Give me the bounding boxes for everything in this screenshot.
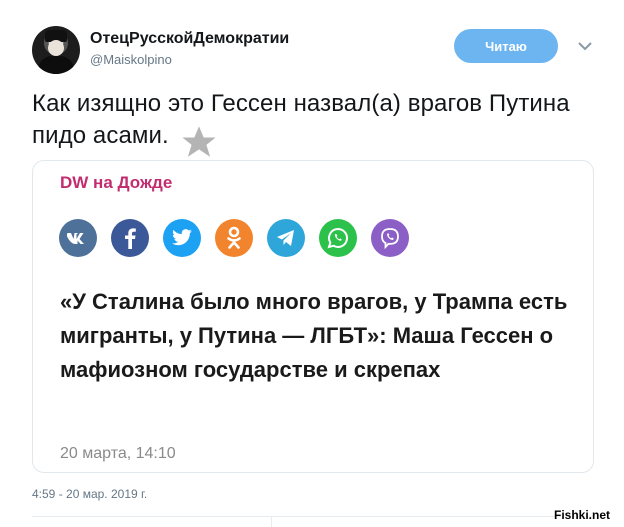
odnoklassniki-icon[interactable]: [215, 219, 253, 257]
tweet-header: ОтецРусскойДемократии @Maiskolpino Читаю: [32, 24, 602, 76]
card-source: DW на Дожде: [60, 173, 173, 192]
author-display-name[interactable]: ОтецРусскойДемократии: [90, 30, 289, 48]
divider-tick: [271, 516, 272, 527]
telegram-icon[interactable]: [267, 219, 305, 257]
vk-icon[interactable]: [59, 219, 97, 257]
tweet-text: Как изящно это Гессен назвал(а) врагов П…: [32, 90, 570, 149]
tweet-timestamp[interactable]: 4:59 - 20 мар. 2019 г.: [32, 487, 147, 501]
avatar-face: [48, 40, 64, 56]
share-buttons: [59, 219, 409, 259]
watermark: Fishki.net: [554, 508, 611, 522]
avatar-coat: [38, 56, 74, 74]
viber-icon[interactable]: [371, 219, 409, 257]
divider: [32, 516, 594, 517]
chevron-down-icon[interactable]: [577, 38, 593, 54]
card-date: 20 марта, 14:10: [60, 445, 176, 462]
avatar[interactable]: [32, 26, 80, 74]
author-handle[interactable]: @Maiskolpino: [90, 52, 172, 67]
censor-star-icon: [179, 123, 219, 160]
facebook-icon[interactable]: [111, 219, 149, 257]
follow-button[interactable]: Читаю: [454, 29, 558, 63]
link-preview-card[interactable]: DW на Дожде «У Сталина было много врагов…: [32, 160, 594, 473]
twitter-icon[interactable]: [163, 219, 201, 257]
card-title[interactable]: «У Сталина было много врагов, у Трампа е…: [60, 285, 580, 387]
whatsapp-icon[interactable]: [319, 219, 357, 257]
